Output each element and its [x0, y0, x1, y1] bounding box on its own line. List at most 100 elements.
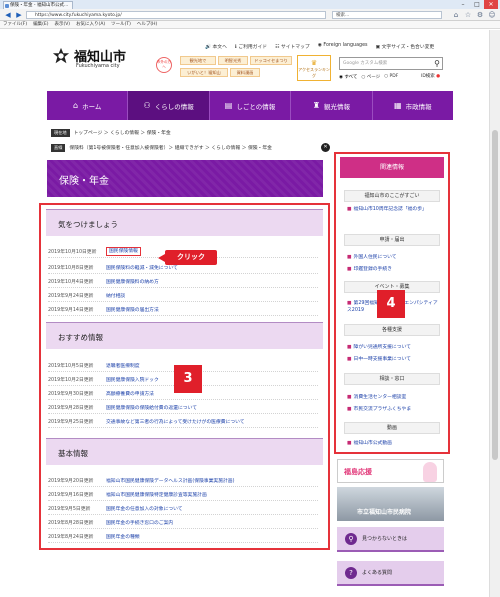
search-icon: ⚲: [345, 533, 357, 545]
article-link[interactable]: 交通事故など第三者の行為によって受けたけがの医療費について: [106, 418, 245, 425]
list-item: 2019年10月4日更新 国民健康保険料の納め方: [48, 276, 318, 288]
article-link[interactable]: 国民健康保険入院ドック: [106, 376, 159, 383]
sidebar-link[interactable]: ■ 福知山市公式動画: [347, 440, 439, 447]
close-window-icon[interactable]: ✕: [484, 0, 498, 9]
utility-link-foreign[interactable]: ◉ Foreign languages: [318, 43, 368, 50]
castle-icon: ♜: [312, 101, 320, 110]
article-link[interactable]: 退職者医療制度: [106, 362, 140, 369]
radio-page[interactable]: ○ ページ: [361, 74, 380, 80]
article-link[interactable]: 国民年金の任意加入の対象について: [106, 505, 183, 512]
tag-link[interactable]: いがいと！福知山: [180, 68, 228, 77]
article-link[interactable]: 国民健康保険料の納め方: [106, 278, 159, 285]
menu-edit[interactable]: 編集(E): [33, 21, 48, 28]
article-link[interactable]: 国民年金の手続き窓口のご案内: [106, 519, 173, 526]
back-icon[interactable]: ◀: [3, 10, 13, 20]
scrollbar-thumb[interactable]: [492, 130, 498, 460]
list-item: 2019年9月5日更新 国民年金の任意加入の対象について: [48, 503, 318, 515]
access-ranking-button[interactable]: ♛ アクセスランキング: [297, 55, 331, 81]
click-callout: クリック: [158, 250, 217, 265]
gnav-work[interactable]: ▤ しごとの情報: [210, 91, 292, 120]
section-heading: 基本情報: [46, 438, 323, 465]
radio-all[interactable]: ◉ すべて: [339, 74, 357, 80]
sidebar-group-title: 相談・窓口: [344, 373, 440, 385]
tag-link[interactable]: 観光地で: [180, 56, 216, 65]
article-link[interactable]: 福知山市国民健康保険特定健康診査等実施計画: [106, 491, 207, 498]
smiley-icon[interactable]: ☺: [488, 10, 496, 20]
sidebar-link[interactable]: ■ 外国人住民について: [347, 254, 439, 261]
address-bar[interactable]: https://www.city.fukuchiyama.kyoto.jp/: [26, 11, 326, 19]
faq-banner[interactable]: ? よくある質問: [337, 561, 444, 586]
fukushima-support-banner[interactable]: 福島応援: [337, 459, 444, 483]
favorites-star-icon[interactable]: ☆: [464, 10, 472, 20]
home-toolbar-icon[interactable]: ⌂: [452, 10, 460, 20]
vertical-scrollbar[interactable]: [489, 30, 500, 597]
list-item: 2019年9月28日更新 国民健康保険の保険給付費の返還について: [48, 402, 318, 414]
utility-link-sitemap[interactable]: ☷ サイトマップ: [275, 43, 310, 50]
section-heading: 気をつけましょう: [46, 209, 323, 236]
list-item: 2019年9月25日更新 交通事故など第三者の行為によって受けたけがの医療費につい…: [48, 416, 318, 428]
browser-titlebar: 保険・年金 - 福知山市公式... – □ ✕: [0, 0, 500, 9]
section-heading: おすすめ情報: [46, 322, 323, 349]
menu-file[interactable]: ファイル(F): [3, 21, 27, 28]
article-link[interactable]: 国民保険情報: [106, 247, 141, 256]
tag-link[interactable]: ドッコイセまつり: [250, 56, 292, 65]
home-icon: ⌂: [73, 101, 79, 110]
settings-gear-icon[interactable]: ⚙: [476, 10, 484, 20]
rabbit-mascot-icon: [423, 462, 437, 482]
article-link[interactable]: 国民健康保険の保険給付費の返還について: [106, 404, 197, 411]
menu-view[interactable]: 表示(V): [54, 21, 70, 28]
sidebar-link[interactable]: ■ 印鑑登録の手続き: [347, 266, 439, 273]
search-scope: ◉ すべて ○ ページ ○ PDF: [339, 74, 398, 80]
menu-tools[interactable]: ツール(T): [111, 21, 131, 28]
forward-icon[interactable]: ▶: [14, 10, 24, 20]
article-link[interactable]: 福知山市国民健康保険データヘルス計画(保険事業実施計画): [106, 477, 234, 484]
city-emblem-icon[interactable]: [52, 47, 70, 65]
utility-link-guide[interactable]: ℹ ご利用ガイド: [235, 43, 267, 50]
gnav-living[interactable]: ⚇ くらしの情報: [128, 91, 210, 120]
radio-pdf[interactable]: ○ PDF: [384, 74, 398, 80]
utility-link-skip[interactable]: 🔊 本文へ: [205, 43, 227, 50]
sidebar-link[interactable]: ■ 福知山市10周年記念誌「福の歩」: [347, 206, 439, 213]
maximize-icon[interactable]: □: [470, 0, 484, 9]
article-link[interactable]: 国民保険料の軽減・減免について: [106, 264, 178, 271]
article-link[interactable]: 高額療養費の申請方法: [106, 390, 154, 397]
not-found-banner[interactable]: ⚲ 見つからないときは: [337, 527, 444, 552]
sidebar-group-title: 申請・届出: [344, 234, 440, 246]
sidebar-link[interactable]: ■ 消費生活センター相談室: [347, 394, 439, 401]
article-link[interactable]: 国民年金の種類: [106, 533, 140, 540]
gnav-home[interactable]: ⌂ ホーム: [47, 91, 129, 120]
gnav-city[interactable]: ▦ 市政情報: [373, 91, 453, 120]
annotation-number-4: 4: [377, 290, 405, 318]
sidebar-link[interactable]: ■ 日中一時支援事業について: [347, 356, 439, 363]
sidebar-heading: 関連情報: [340, 157, 444, 178]
tab-title: 保険・年金 - 福知山市公式...: [10, 3, 69, 8]
gnav-tourism[interactable]: ♜ 観光情報: [291, 91, 373, 120]
tag-link[interactable]: 明智光秀: [218, 56, 248, 65]
id-search-link[interactable]: ID検索 ●: [421, 73, 440, 79]
tag-link[interactable]: 資料漫画: [230, 68, 260, 77]
hospital-banner[interactable]: 市立福知山市民病院: [337, 487, 444, 521]
utility-link-fontsize[interactable]: ▣ 文字サイズ・色合い変更: [376, 43, 435, 50]
sidebar-link[interactable]: ■ 市民交流プラザふくちやま: [347, 406, 439, 413]
browser-tab[interactable]: 保険・年金 - 福知山市公式...: [3, 1, 73, 9]
article-link[interactable]: 納付相談: [106, 292, 125, 299]
sidebar-link[interactable]: ■ 障がい児通所支援について: [347, 344, 439, 351]
browser-search-input[interactable]: 検索...: [332, 11, 442, 19]
sightseeing-badge[interactable]: 市外の方へ: [156, 57, 172, 73]
site-search-input[interactable]: Google カスタム検索: [339, 57, 443, 70]
menu-favorites[interactable]: お気に入り(A): [76, 21, 105, 28]
menu-help[interactable]: ヘルプ(H): [137, 21, 157, 28]
minimize-icon[interactable]: –: [456, 0, 470, 9]
site-subtitle: Fukuchiyama city: [76, 63, 120, 69]
crown-icon: ♛: [310, 59, 318, 67]
close-icon[interactable]: ✕: [321, 143, 330, 152]
sidebar-group-title: 動画: [344, 422, 440, 434]
history-path[interactable]: 保険料（第1号被保険者・任意加入被保険者）＞ 組織できがす ＞ くらしの情報 ＞…: [69, 144, 272, 151]
article-link[interactable]: 国民健康保険の届出方法: [106, 306, 159, 313]
browser-toolbar: ◀ ▶ https://www.city.fukuchiyama.kyoto.j…: [0, 9, 500, 21]
breadcrumb-path[interactable]: トップページ ＞ くらしの情報 ＞ 保険・年金: [74, 129, 171, 136]
utility-nav: 🔊 本文へ ℹ ご利用ガイド ☷ サイトマップ ◉ Foreign langua…: [205, 43, 434, 50]
list-item: 2019年8月28日更新 国民年金の手続き窓口のご案内: [48, 517, 318, 529]
search-icon[interactable]: ⚲: [430, 57, 444, 70]
breadcrumb: 現在地 トップページ ＞ くらしの情報 ＞ 保険・年金: [51, 128, 171, 137]
